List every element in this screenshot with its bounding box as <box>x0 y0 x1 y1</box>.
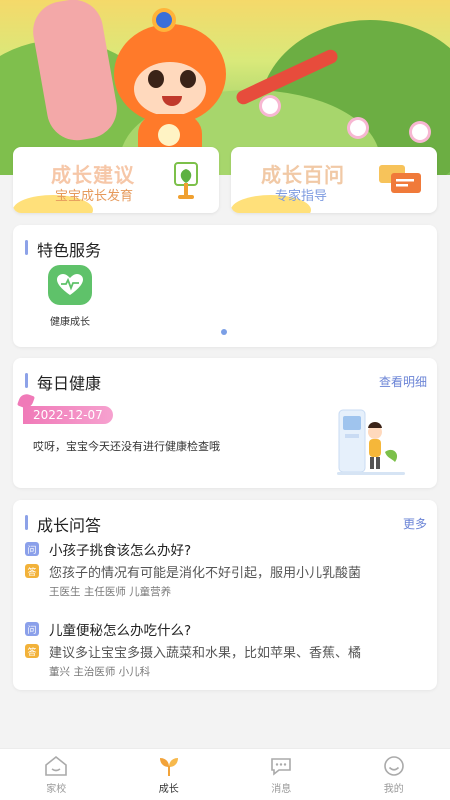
growth-faq-card[interactable]: 成长百问 专家指导 <box>231 147 437 213</box>
section-title: 每日健康 <box>25 370 101 394</box>
view-details-link[interactable]: 查看明细 <box>379 373 427 390</box>
question-text: 小孩子挑食该怎么办好? <box>49 543 192 559</box>
tab-growth[interactable]: 成长 <box>113 749 226 800</box>
daily-health-section: 每日健康 查看明细 2022-12-07 哎呀，宝宝今天还没有进行健康检查哦 <box>13 358 437 488</box>
tab-label: 我的 <box>383 783 404 795</box>
home-icon <box>45 755 68 776</box>
smiley-icon <box>383 755 404 776</box>
growth-advice-subtitle: 宝宝成长发育 <box>55 189 134 204</box>
plant-icon <box>174 162 198 199</box>
answer-tag: 答 <box>25 564 39 578</box>
tab-label: 家校 <box>46 783 67 795</box>
tab-label: 消息 <box>271 783 292 795</box>
bottom-tab-bar: 家校 成长 消息 我的 <box>0 748 450 800</box>
question-tag: 问 <box>25 622 39 636</box>
growth-faq-title: 成长百问 <box>261 163 345 187</box>
answer-text: 建议多让宝宝多摄入蔬菜和水果，比如苹果、香蕉、橘 <box>49 645 362 661</box>
doctor-info: 王医生 主任医师 儿童营养 <box>49 586 172 598</box>
banner-flower <box>412 124 428 140</box>
health-check-illustration <box>337 409 405 475</box>
pagination-dot <box>221 329 227 335</box>
answer-text: 您孩子的情况有可能是消化不好引起，服用小儿乳酸菌 <box>49 565 362 581</box>
answer-tag: 答 <box>25 644 39 658</box>
banner-flower <box>262 98 278 114</box>
qa-item[interactable]: 问 小孩子挑食该怎么办好? 答 您孩子的情况有可能是消化不好引起，服用小儿乳酸菌… <box>25 538 429 599</box>
tab-home-school[interactable]: 家校 <box>0 749 113 800</box>
mascot-illustration <box>108 8 234 154</box>
heart-pulse-icon <box>48 265 92 305</box>
date-badge: 2022-12-07 <box>23 406 113 424</box>
chat-bubbles-icon <box>379 165 421 193</box>
tab-label: 成长 <box>158 783 179 795</box>
chat-bubble-icon <box>271 757 292 776</box>
service-item-healthy-growth[interactable]: 健康成长 <box>43 265 97 328</box>
question-text: 儿童便秘怎么办吃什么? <box>49 623 192 639</box>
question-tag: 问 <box>25 542 39 556</box>
doctor-info: 董兴 主治医师 小儿科 <box>49 666 151 678</box>
service-label: 健康成长 <box>50 317 90 328</box>
special-services-section: 特色服务 健康成长 <box>13 225 437 347</box>
section-title: 成长问答 <box>25 512 101 536</box>
growth-advice-card[interactable]: 成长建议 宝宝成长发育 <box>13 147 219 213</box>
tab-messages[interactable]: 消息 <box>225 749 338 800</box>
health-message: 哎呀，宝宝今天还没有进行健康检查哦 <box>33 440 220 453</box>
more-link[interactable]: 更多 <box>403 515 427 532</box>
growth-faq-subtitle: 专家指导 <box>275 189 328 204</box>
qa-item[interactable]: 问 儿童便秘怎么办吃什么? 答 建议多让宝宝多摄入蔬菜和水果，比如苹果、香蕉、橘… <box>25 618 429 679</box>
section-title: 特色服务 <box>25 237 101 261</box>
tab-mine[interactable]: 我的 <box>338 749 450 800</box>
banner-flower <box>350 120 366 136</box>
growth-qa-section: 成长问答 更多 问 小孩子挑食该怎么办好? 答 您孩子的情况有可能是消化不好引起… <box>13 500 437 690</box>
sprout-icon <box>159 757 178 776</box>
growth-advice-title: 成长建议 <box>51 163 135 187</box>
